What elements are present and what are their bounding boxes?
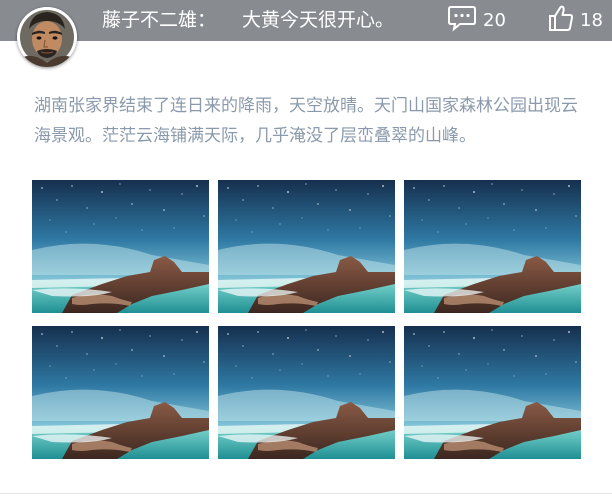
comment-icon: [447, 4, 477, 36]
post-text: 湖南张家界结束了连日来的降雨，天空放晴。天门山国家森林公园出现云海景观。茫茫云海…: [34, 96, 578, 146]
avatar[interactable]: [17, 7, 77, 67]
photo-thumbnail[interactable]: [218, 326, 395, 459]
comment-button[interactable]: 20: [447, 6, 506, 34]
status-message: 大黄今天很开心。: [242, 9, 395, 31]
thumbs-up-icon: [548, 4, 574, 36]
photo-thumbnail[interactable]: [404, 180, 581, 313]
comment-count: 20: [483, 9, 506, 31]
photo-thumbnail[interactable]: [32, 180, 209, 313]
photo-thumbnail[interactable]: [218, 180, 395, 313]
post-header: 藤子不二雄： 大黄今天很开心。 20 18: [0, 0, 612, 41]
divider: [0, 493, 612, 494]
username[interactable]: 藤子不二雄：: [102, 8, 216, 32]
like-button[interactable]: 18: [548, 4, 603, 36]
photo-thumbnail[interactable]: [32, 326, 209, 459]
like-count: 18: [580, 9, 603, 31]
photo-thumbnail[interactable]: [404, 326, 581, 459]
